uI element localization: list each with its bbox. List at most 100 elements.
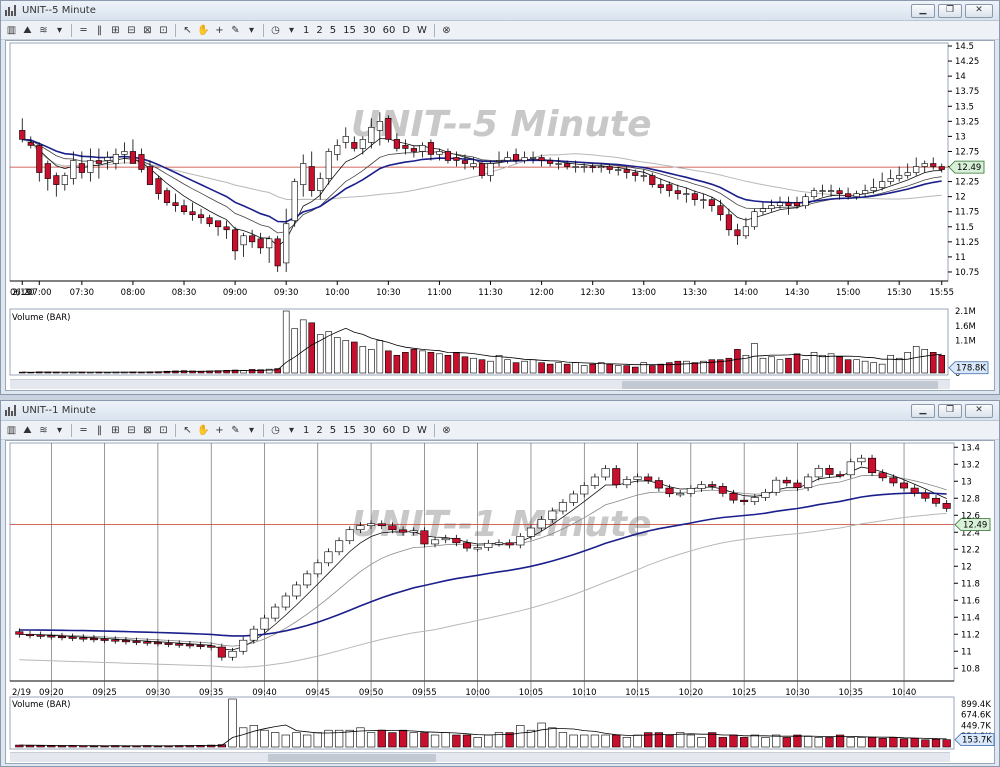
candle-body: [189, 211, 196, 216]
hand-icon[interactable]: ✋: [197, 424, 210, 437]
interval-button-d[interactable]: D: [400, 425, 412, 436]
interval-button-1[interactable]: 1: [301, 425, 311, 436]
pointer-icon[interactable]: ↖: [181, 24, 194, 37]
chart-canvas[interactable]: UNIT--1 Minute13.413.21312.812.612.412.2…: [6, 441, 996, 763]
zoom-out-icon[interactable]: ⊠: [141, 24, 154, 37]
minimize-button[interactable]: ▁: [911, 3, 935, 18]
chart-type-icon[interactable]: ▥: [5, 24, 18, 37]
candle-body: [274, 238, 281, 267]
dropdown-icon[interactable]: ▾: [285, 24, 298, 37]
interval-button-15[interactable]: 15: [341, 425, 358, 436]
interval-button-60[interactable]: 60: [381, 25, 398, 36]
dropdown-icon[interactable]: ▾: [245, 24, 258, 37]
volume-bar: [461, 356, 469, 374]
chart-window-5min[interactable]: UNIT--5 Minute ▁ ❐ ✕ ▥ ⛰ ≋ ▾ ═ ‖ ⊞ ⊟ ⊠ ⊡ ↖ ✋ + ✎ ▾ ◷ ▾ 1 2…: [0, 0, 1000, 395]
close-button[interactable]: ✕: [965, 3, 993, 18]
volume-bar: [683, 360, 690, 374]
candle-body: [260, 617, 269, 630]
volume-bar: [430, 734, 440, 748]
time-tick-label: 12:00: [529, 288, 554, 298]
crosshair-icon[interactable]: +: [213, 24, 226, 37]
title-bar[interactable]: UNIT--5 Minute ▁ ❐ ✕: [1, 1, 999, 21]
clock-icon[interactable]: ◷: [269, 24, 282, 37]
candle-body: [377, 523, 386, 527]
dropdown-icon[interactable]: ▾: [53, 424, 66, 437]
circle-x-icon[interactable]: ⊗: [440, 24, 453, 37]
overlay-icon[interactable]: ≋: [37, 24, 50, 37]
volume-bar: [569, 734, 578, 748]
clock-icon[interactable]: ◷: [269, 424, 282, 437]
horizontal-scrollbar[interactable]: [10, 752, 950, 762]
interval-button-2[interactable]: 2: [314, 25, 324, 36]
dropdown-icon[interactable]: ▾: [53, 24, 66, 37]
interval-button-1[interactable]: 1: [301, 25, 311, 36]
interval-button-5[interactable]: 5: [328, 425, 338, 436]
hlines-icon[interactable]: ═: [77, 24, 90, 37]
title-bar[interactable]: UNIT--1 Minute ▁ ❐ ✕: [1, 401, 999, 421]
candle-body: [478, 163, 486, 176]
horizontal-scrollbar[interactable]: [10, 379, 950, 389]
restore-button[interactable]: ❐: [938, 3, 962, 18]
interval-button-w[interactable]: W: [415, 425, 429, 436]
zoom-in-icon[interactable]: ⊞: [109, 424, 122, 437]
time-tick-label: 09:00: [223, 288, 248, 298]
overlay-icon[interactable]: ≋: [37, 424, 50, 437]
chart-canvas[interactable]: UNIT--5 Minute 14.5 14.25 14 13.75 13.5 13.25 1…: [6, 41, 996, 390]
vlines-icon[interactable]: ‖: [93, 424, 106, 437]
volume-bar: [516, 725, 525, 748]
crosshair-icon[interactable]: +: [213, 424, 226, 437]
volume-bar: [436, 353, 443, 374]
hlines-icon[interactable]: ═: [77, 424, 90, 437]
volume-bar: [942, 739, 951, 748]
candle-body: [665, 487, 674, 495]
candle-body: [345, 529, 354, 542]
chart-area[interactable]: UNIT--5 Minute 14.5 14.25 14 13.75 13.5 13.25 1…: [5, 40, 995, 391]
restore-button[interactable]: ❐: [938, 403, 962, 418]
volume-bar: [248, 369, 256, 374]
pencil-icon[interactable]: ✎: [229, 24, 242, 37]
circle-x-icon[interactable]: ⊗: [440, 424, 453, 437]
interval-button-15[interactable]: 15: [341, 25, 358, 36]
price-tick-label: 12.25: [955, 178, 979, 188]
interval-button-w[interactable]: W: [415, 25, 429, 36]
candle-body: [484, 542, 493, 548]
candle-body: [300, 163, 307, 185]
chart-window-1min[interactable]: UNIT--1 Minute ▁ ❐ ✕ ▥ ⛰ ≋ ▾ ═ ‖ ⊞ ⊟ ⊠ ⊡ ↖ ✋ + ✎ ▾ ◷ ▾ 1 2…: [0, 400, 1000, 767]
close-button[interactable]: ✕: [965, 403, 993, 418]
candle-body: [452, 537, 461, 544]
hand-icon[interactable]: ✋: [197, 24, 210, 37]
interval-button-2[interactable]: 2: [314, 425, 324, 436]
minimize-button[interactable]: ▁: [911, 403, 935, 418]
candle-body: [742, 226, 749, 237]
interval-button-5[interactable]: 5: [328, 25, 338, 36]
pointer-icon[interactable]: ↖: [181, 424, 194, 437]
chart-area[interactable]: UNIT--1 Minute 13.4 13.2 13 12.8 12.6 12.4 12.2…: [5, 440, 995, 764]
interval-button-60[interactable]: 60: [381, 425, 398, 436]
candle-body: [441, 537, 450, 541]
mountain-icon[interactable]: ⛰: [21, 24, 34, 37]
interval-button-d[interactable]: D: [400, 25, 412, 36]
price-tick-label: 13.25: [955, 117, 979, 127]
zoom-reset-icon[interactable]: ⊡: [157, 24, 170, 37]
interval-button-30[interactable]: 30: [361, 25, 378, 36]
candle-body: [555, 163, 562, 165]
volume-bar: [803, 736, 813, 748]
zoom-fit-icon[interactable]: ⊟: [125, 424, 138, 437]
dropdown-icon[interactable]: ▾: [245, 424, 258, 437]
candle-body: [802, 196, 809, 206]
pencil-icon[interactable]: ✎: [229, 424, 242, 437]
scrollbar-thumb[interactable]: [268, 754, 436, 762]
volume-bar: [271, 732, 280, 748]
zoom-reset-icon[interactable]: ⊡: [157, 424, 170, 437]
mountain-icon[interactable]: ⛰: [21, 424, 34, 437]
time-tick-label: 07:00: [27, 288, 52, 298]
zoom-out-icon[interactable]: ⊠: [141, 424, 154, 437]
chart-type-icon[interactable]: ▥: [5, 424, 18, 437]
interval-button-30[interactable]: 30: [361, 425, 378, 436]
dropdown-icon[interactable]: ▾: [285, 424, 298, 437]
vlines-icon[interactable]: ‖: [93, 24, 106, 37]
zoom-in-icon[interactable]: ⊞: [109, 24, 122, 37]
candle-body: [494, 542, 504, 545]
scrollbar-thumb[interactable]: [622, 381, 938, 389]
zoom-fit-icon[interactable]: ⊟: [125, 24, 138, 37]
